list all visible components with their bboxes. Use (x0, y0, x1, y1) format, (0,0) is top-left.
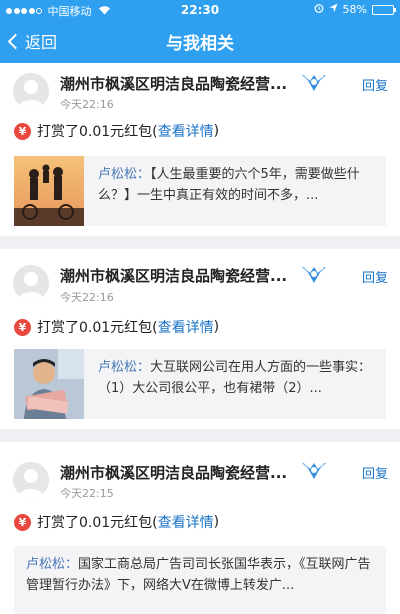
reply-button[interactable]: 回复 (362, 463, 388, 482)
quoted-author[interactable]: 卢松松： (98, 167, 150, 182)
timestamp: 今天22:16 (60, 98, 114, 111)
red-packet-icon: ¥ (14, 122, 31, 140)
reward-line: ¥ 打赏了0.01元红包(查看详情) (14, 121, 219, 141)
avatar[interactable] (13, 265, 49, 301)
sender-name[interactable]: 潮州市枫溪区明洁良品陶瓷经营... (60, 265, 287, 286)
reward-close: ) (213, 123, 220, 139)
reward-line: ¥ 打赏了0.01元红包(查看详情) (14, 317, 219, 337)
page-title: 与我相关 (166, 34, 234, 54)
quoted-body: 国家工商总局广告司司长张国华表示，《互联网广告管理暂行办法》下，网络大V在微博上… (26, 557, 371, 593)
reward-text: 打赏了0.01元红包( (37, 320, 158, 336)
reward-close: ) (213, 319, 220, 335)
top-bar: 中国移动 22:30 58% 返回 与我相关 (0, 0, 400, 63)
family-silhouette-photo (14, 156, 84, 226)
quoted-text: 卢松松：国家工商总局广告司司长张国华表示，《互联网广告管理暂行办法》下，网络大V… (26, 554, 378, 596)
verified-badge-icon (300, 263, 328, 285)
verified-badge-icon (300, 459, 328, 481)
reply-button[interactable]: 回复 (362, 75, 388, 94)
quoted-text: 卢松松：【人生最重要的六个5年，需要做些什么？】一生中真正有效的时间不多，... (98, 164, 378, 206)
status-bar: 中国移动 22:30 58% (0, 0, 400, 20)
quoted-author[interactable]: 卢松松： (98, 360, 150, 375)
notification-card: 潮州市枫溪区明洁良品陶瓷经营... 今天22:16 回复 ¥ 打赏了0.01元红… (0, 63, 400, 236)
nav-bar: 返回 与我相关 (0, 20, 400, 63)
reward-text: 打赏了0.01元红包( (37, 124, 158, 140)
timestamp: 今天22:16 (60, 291, 114, 304)
quoted-post[interactable]: 卢松松：大互联网公司在用人方面的一些事实：（1）大公司很公平，也有裙带（2）..… (14, 349, 386, 419)
red-packet-icon: ¥ (14, 318, 31, 336)
man-with-money-photo (14, 349, 84, 419)
view-details-link[interactable]: 查看详情 (158, 317, 214, 337)
notification-card: 潮州市枫溪区明洁良品陶瓷经营... 今天22:16 回复 ¥ 打赏了0.01元红… (0, 249, 400, 429)
reward-text: 打赏了0.01元红包( (37, 515, 158, 531)
location-icon (329, 3, 338, 16)
view-details-link[interactable]: 查看详情 (158, 121, 214, 141)
notification-card: 潮州市枫溪区明洁良品陶瓷经营... 今天22:15 回复 ¥ 打赏了0.01元红… (0, 442, 400, 614)
battery-percent: 58% (342, 3, 367, 16)
timestamp: 今天22:15 (60, 487, 114, 500)
quoted-post[interactable]: 卢松松：国家工商总局广告司司长张国华表示，《互联网广告管理暂行办法》下，网络大V… (14, 546, 386, 614)
avatar[interactable] (13, 73, 49, 109)
reward-line: ¥ 打赏了0.01元红包(查看详情) (14, 512, 219, 532)
reply-button[interactable]: 回复 (362, 267, 388, 286)
avatar[interactable] (13, 462, 49, 498)
verified-badge-icon (300, 71, 328, 93)
battery-icon (372, 4, 396, 15)
alarm-icon (314, 3, 324, 16)
red-packet-icon: ¥ (14, 513, 31, 531)
quoted-author[interactable]: 卢松松： (26, 557, 78, 572)
view-details-link[interactable]: 查看详情 (158, 512, 214, 532)
reward-close: ) (213, 514, 220, 530)
sender-name[interactable]: 潮州市枫溪区明洁良品陶瓷经营... (60, 462, 287, 483)
quoted-text: 卢松松：大互联网公司在用人方面的一些事实：（1）大公司很公平，也有裙带（2）..… (98, 357, 378, 399)
quoted-post[interactable]: 卢松松：【人生最重要的六个5年，需要做些什么？】一生中真正有效的时间不多，... (14, 156, 386, 226)
sender-name[interactable]: 潮州市枫溪区明洁良品陶瓷经营... (60, 73, 287, 94)
